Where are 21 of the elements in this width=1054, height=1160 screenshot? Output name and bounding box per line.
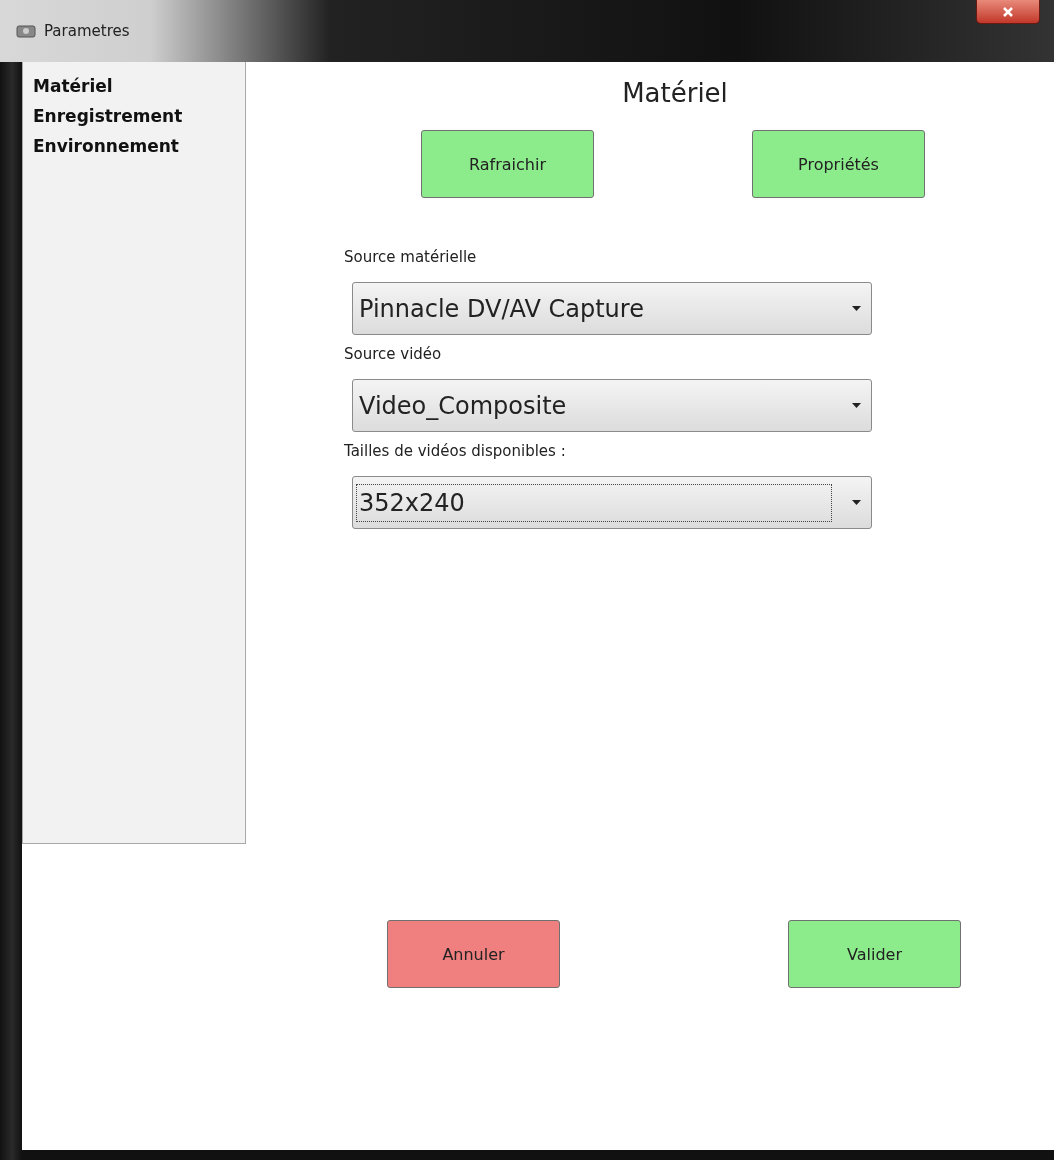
close-icon bbox=[1002, 5, 1014, 18]
confirm-button[interactable]: Valider bbox=[788, 920, 961, 988]
app-icon bbox=[16, 23, 36, 39]
caret-icon bbox=[852, 500, 861, 505]
sidebar-item[interactable]: Environnement bbox=[33, 134, 245, 158]
sidebar-item[interactable]: Matériel bbox=[33, 74, 245, 98]
action-button[interactable]: Propriétés bbox=[752, 130, 925, 198]
caret-icon bbox=[852, 403, 861, 408]
close-button[interactable] bbox=[976, 0, 1040, 24]
dropdown[interactable]: 352x240 bbox=[352, 476, 872, 529]
field-label: Source vidéo bbox=[344, 345, 443, 363]
caret-icon bbox=[852, 306, 861, 311]
sidebar-item[interactable]: Enregistrement bbox=[33, 104, 245, 128]
field-label: Source matérielle bbox=[344, 248, 478, 266]
page-title: Matériel bbox=[621, 78, 729, 108]
window-title: Parametres bbox=[44, 22, 130, 40]
field-label: Tailles de vidéos disponibles : bbox=[344, 442, 567, 460]
cancel-button[interactable]: Annuler bbox=[387, 920, 560, 988]
dropdown[interactable]: Pinnacle DV/AV Capture bbox=[352, 282, 872, 335]
action-button[interactable]: Rafraichir bbox=[421, 130, 594, 198]
dropdown[interactable]: Video_Composite bbox=[352, 379, 872, 432]
